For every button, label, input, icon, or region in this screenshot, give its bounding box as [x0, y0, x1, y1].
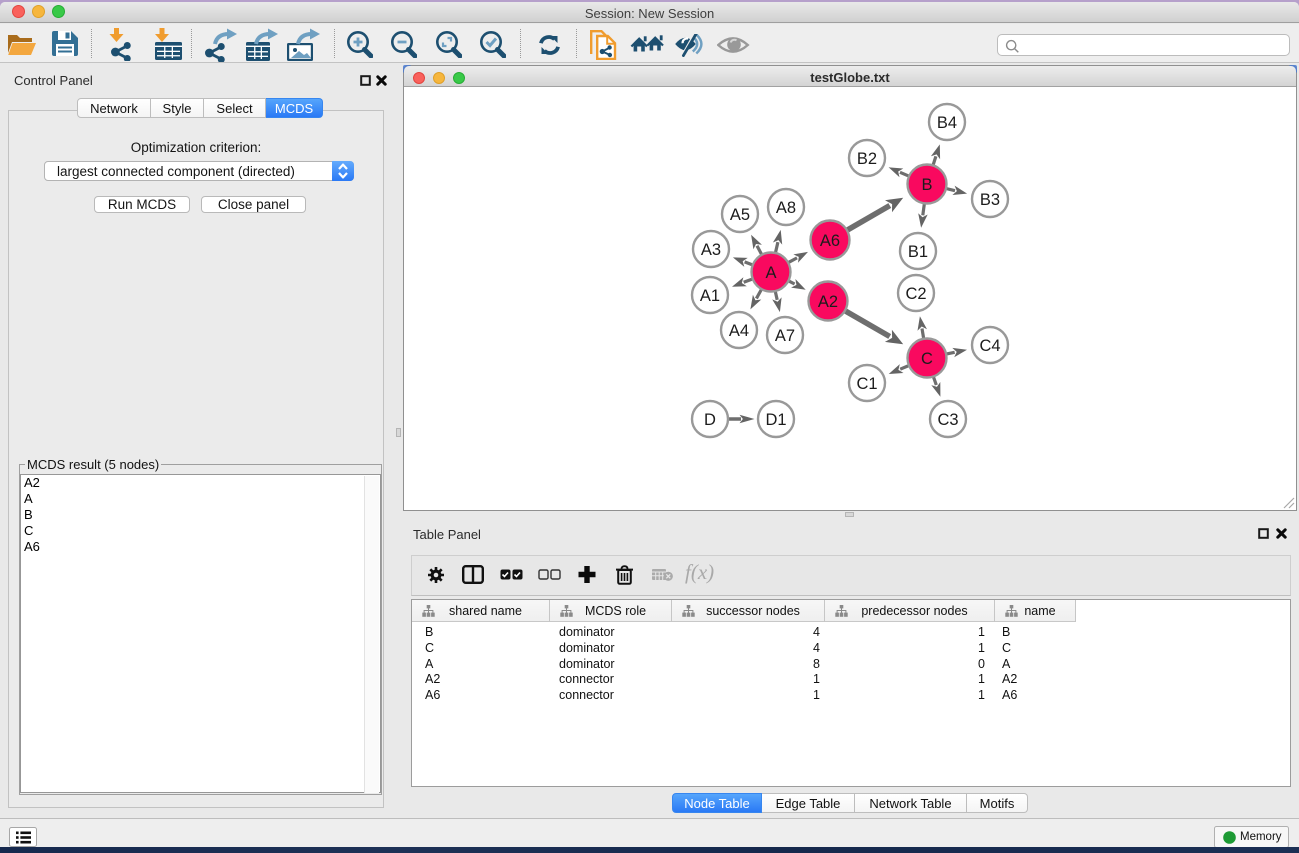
svg-text:B2: B2: [857, 150, 877, 168]
svg-text:B1: B1: [908, 243, 928, 261]
svg-text:B4: B4: [937, 114, 957, 132]
svg-text:A: A: [765, 264, 776, 282]
svg-text:C4: C4: [979, 337, 1000, 355]
svg-text:C: C: [921, 350, 933, 368]
svg-text:C3: C3: [937, 411, 958, 429]
svg-text:C1: C1: [856, 375, 877, 393]
svg-text:D: D: [704, 411, 716, 429]
svg-text:D1: D1: [765, 411, 786, 429]
svg-text:A5: A5: [730, 206, 750, 224]
svg-text:A4: A4: [729, 322, 749, 340]
svg-text:B3: B3: [980, 191, 1000, 209]
svg-text:A3: A3: [701, 241, 721, 259]
svg-text:A2: A2: [818, 293, 838, 311]
svg-text:A1: A1: [700, 287, 720, 305]
svg-text:A7: A7: [775, 327, 795, 345]
svg-text:A6: A6: [820, 232, 840, 250]
svg-text:C2: C2: [905, 285, 926, 303]
svg-text:A8: A8: [776, 199, 796, 217]
svg-text:B: B: [921, 176, 932, 194]
